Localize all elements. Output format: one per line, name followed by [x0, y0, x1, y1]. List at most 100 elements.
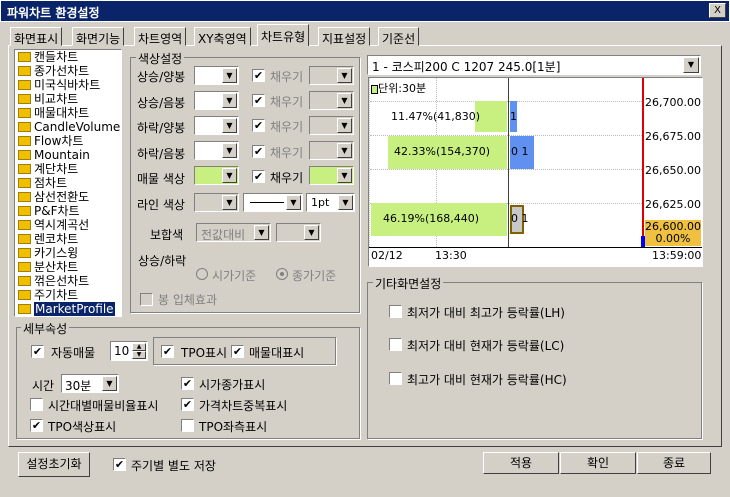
list-item[interactable]: 주기차트 — [15, 288, 121, 302]
auto-volume-spinner[interactable]: 10 ▲ ▼ — [110, 341, 148, 361]
open-close-checkbox[interactable]: ✔ — [181, 377, 194, 390]
time-combo[interactable]: 30분 ▼ — [61, 374, 119, 393]
preview-selector[interactable]: 1 - 코스피200 C 1207 245.0[1분] ▼ — [367, 55, 701, 75]
tab-indicator[interactable]: 지표설정 — [318, 27, 371, 46]
color-combo[interactable]: ▼ — [194, 91, 239, 110]
line-style-sample — [250, 202, 284, 203]
color-combo[interactable]: ▼ — [194, 141, 239, 160]
window-title: 파워차트 환경설정 — [7, 6, 100, 20]
auto-volume-checkbox[interactable]: ✔ — [31, 345, 44, 358]
tab-xy-axis[interactable]: XY축영역 — [194, 27, 251, 46]
current-price-box: 26,600.00 0.00% — [645, 220, 701, 246]
sub-attrs-title: 세부속성 — [21, 320, 70, 337]
list-item[interactable]: 점차트 — [15, 176, 121, 190]
tpo-left-checkbox[interactable] — [181, 419, 194, 432]
list-item[interactable]: 역시계곡선 — [15, 218, 121, 232]
spin-up-icon[interactable]: ▲ — [132, 343, 146, 351]
tab-display[interactable]: 화면표시 — [10, 27, 63, 46]
dropdown-arrow-icon: ▼ — [337, 143, 352, 158]
ok-button[interactable]: 확인 — [560, 452, 636, 474]
dropdown-arrow-icon: ▼ — [222, 118, 237, 133]
reset-button[interactable]: 설정초기화 — [18, 452, 90, 477]
folder-icon — [18, 290, 31, 300]
save-per-period-checkbox[interactable]: ✔ — [113, 458, 126, 471]
tpo-show-checkbox[interactable]: ✔ — [161, 345, 174, 358]
close-window-button[interactable]: X — [709, 3, 726, 18]
dropdown-arrow-icon: ▼ — [337, 68, 352, 83]
price-chart-overlay-checkbox[interactable]: ✔ — [181, 398, 194, 411]
list-item[interactable]: Mountain — [15, 148, 121, 162]
close-button[interactable]: 종료 — [637, 452, 711, 474]
list-item[interactable]: 분산차트 — [15, 260, 121, 274]
fill-checkbox[interactable]: ✔ — [252, 69, 265, 82]
fill-color-combo[interactable]: ▼ — [309, 91, 354, 110]
tab-baseline[interactable]: 기준선 — [378, 27, 420, 46]
list-item[interactable]: CandleVolume — [15, 120, 121, 134]
fill-color-combo[interactable]: ▼ — [309, 141, 354, 160]
fill-checkbox[interactable]: ✔ — [252, 145, 265, 158]
list-item[interactable]: P&F차트 — [15, 204, 121, 218]
list-item[interactable]: 캔들차트 — [15, 50, 121, 64]
spin-down-icon[interactable]: ▼ — [132, 351, 146, 359]
preview-chart: 단위:30분 11.47%(41,830) 1 42.33%(154,370) … — [368, 77, 703, 267]
grid-line — [370, 169, 644, 170]
fill-checkbox[interactable]: ✔ — [252, 170, 265, 183]
complement-color-combo[interactable]: ▼ — [276, 223, 321, 242]
list-item[interactable]: 비교차트 — [15, 92, 121, 106]
row-label: 상승/음봉 — [137, 96, 186, 110]
color-combo[interactable]: ▼ — [194, 116, 239, 135]
volume-color-combo[interactable]: ▼ — [194, 166, 239, 185]
tab-functions[interactable]: 화면기능 — [72, 27, 125, 46]
list-item[interactable]: 꺾은선차트 — [15, 274, 121, 288]
folder-icon — [18, 276, 31, 286]
dropdown-arrow-icon: ▼ — [222, 68, 237, 83]
dropdown-arrow-icon: ▼ — [337, 168, 352, 183]
time-label: 시간 — [32, 379, 55, 393]
folder-icon — [18, 248, 31, 258]
lh-checkbox[interactable] — [389, 305, 402, 318]
row-label: 하락/음봉 — [137, 147, 186, 161]
apply-button[interactable]: 적용 — [483, 452, 559, 474]
list-item[interactable]: 렌코차트 — [15, 232, 121, 246]
time-volume-ratio-checkbox[interactable] — [30, 398, 43, 411]
folder-icon — [18, 206, 31, 216]
chart-type-list[interactable]: 캔들차트 종가선차트 미국식바차트 비교차트 매물대차트 CandleVolum… — [14, 49, 122, 317]
list-item[interactable]: 매물대차트 — [15, 106, 121, 120]
list-item-selected[interactable]: MarketProfile — [15, 302, 121, 316]
other-settings-title: 기타화면설정 — [373, 275, 444, 292]
tpo-left-label: TPO좌측표시 — [199, 420, 268, 434]
folder-icon — [18, 234, 31, 244]
list-item[interactable]: Flow차트 — [15, 134, 121, 148]
hc-checkbox[interactable] — [389, 372, 402, 385]
fill-color-combo[interactable]: ▼ — [309, 66, 354, 85]
radio-close[interactable] — [276, 268, 288, 280]
line-color-combo[interactable]: ▼ — [194, 193, 239, 212]
folder-icon — [18, 220, 31, 230]
line-width-combo[interactable]: 1pt ▼ — [306, 193, 355, 212]
complement-combo[interactable]: 전값대비 ▼ — [196, 223, 271, 242]
radio-open[interactable] — [196, 268, 208, 280]
price-tick: 26,650.00 — [645, 164, 701, 177]
list-item[interactable]: 삼선전환도 — [15, 190, 121, 204]
tpo-color-checkbox[interactable]: ✔ — [30, 419, 43, 432]
complement-label: 보합색 — [150, 228, 184, 242]
list-item[interactable]: 미국식바차트 — [15, 78, 121, 92]
radio-dot-icon — [280, 272, 284, 276]
tpo-label: 1 — [510, 110, 517, 123]
lc-checkbox[interactable] — [389, 338, 402, 351]
line-style-combo[interactable]: ▼ — [243, 193, 303, 212]
price-line — [508, 78, 509, 247]
tab-chart-type[interactable]: 차트유형 — [257, 24, 310, 46]
fill-checkbox[interactable]: ✔ — [252, 119, 265, 132]
fill-color-combo[interactable]: ▼ — [309, 116, 354, 135]
fill-checkbox[interactable]: ✔ — [252, 94, 265, 107]
stereo-checkbox[interactable] — [140, 293, 153, 306]
fill-color-combo[interactable]: ▼ — [309, 166, 354, 185]
color-combo[interactable]: ▼ — [194, 66, 239, 85]
list-item[interactable]: 카기스윙 — [15, 246, 121, 260]
list-item[interactable]: 종가선차트 — [15, 64, 121, 78]
tab-chart-area[interactable]: 차트영역 — [134, 27, 187, 46]
volume-show-checkbox[interactable]: ✔ — [231, 345, 244, 358]
list-item[interactable]: 계단차트 — [15, 162, 121, 176]
line-color-label: 라인 색상 — [137, 198, 185, 212]
